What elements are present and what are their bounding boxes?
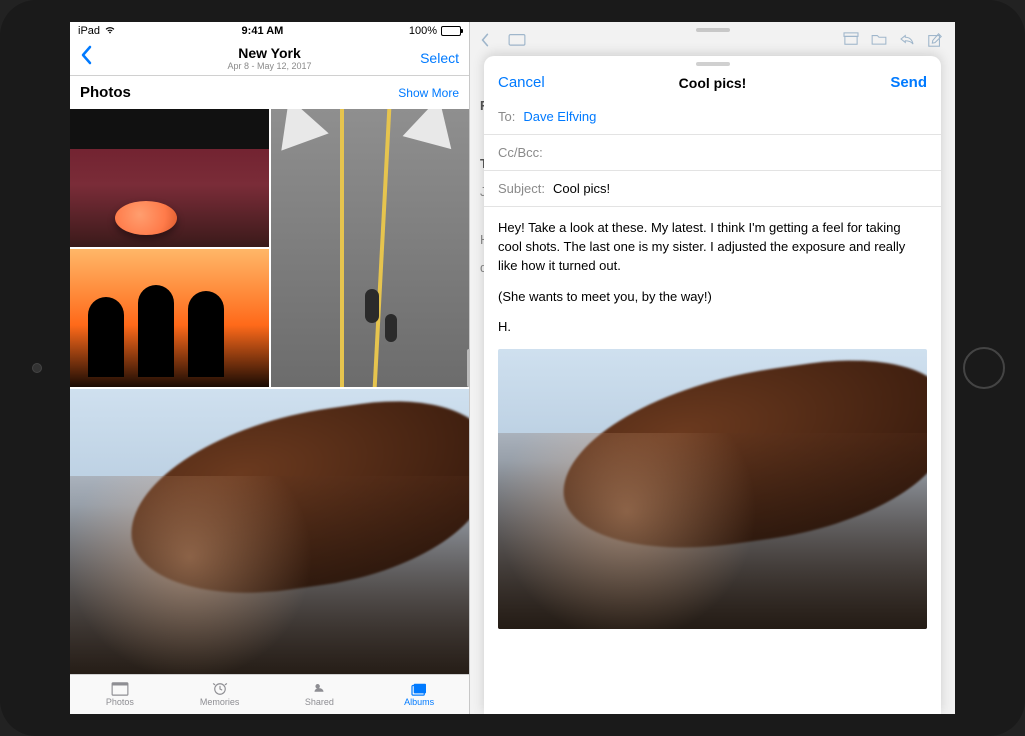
folder-icon [871,32,889,48]
tab-label: Photos [106,697,134,707]
tab-shared[interactable]: Shared [270,675,370,714]
subject-value[interactable]: Cool pics! [553,181,610,196]
subject-field[interactable]: Subject: Cool pics! [484,171,941,207]
photo-thumbnail[interactable] [70,249,269,387]
to-label: To: [498,109,515,124]
compose-title: Cool pics! [484,75,941,91]
battery-pct: 100% [409,25,437,37]
photos-tab-icon [111,682,129,696]
carrier-label: iPad [78,25,100,37]
select-button[interactable]: Select [420,50,459,66]
photos-nav-bar: New York Apr 8 - May 12, 2017 Select [70,40,469,76]
photos-app-pane: iPad 9:41 AM 100% New York Apr 8 - M [70,22,470,714]
ccbcc-field[interactable]: Cc/Bcc: [484,135,941,171]
ipad-device-frame: iPad 9:41 AM 100% New York Apr 8 - M [0,0,1025,736]
status-bar: iPad 9:41 AM 100% [70,22,469,40]
home-button[interactable] [963,347,1005,389]
body-paragraph: (She wants to meet you, by the way!) [498,288,927,307]
archive-icon [843,32,861,48]
to-recipient[interactable]: Dave Elfving [523,109,596,124]
section-title: Photos [80,84,131,101]
tab-label: Albums [404,697,434,707]
shared-tab-icon [310,682,328,696]
photos-tab-bar: Photos Memories Shared [70,674,469,714]
albums-tab-icon [410,682,428,696]
tab-memories[interactable]: Memories [170,675,270,714]
compose-icon [927,32,945,48]
cancel-button[interactable]: Cancel [498,74,545,91]
to-field[interactable]: To: Dave Elfving [484,99,941,135]
tab-label: Shared [305,697,334,707]
mailboxes-icon [508,32,526,48]
nav-subtitle: Apr 8 - May 12, 2017 [70,61,469,71]
ipad-camera [32,363,42,373]
sheet-grabber-bg [696,28,730,32]
wifi-icon [104,25,116,38]
photo-thumbnail[interactable] [70,109,269,247]
mail-app-pane: F T J H d Cancel Cool pics! Send To: [470,22,955,714]
subject-label: Subject: [498,181,545,196]
attached-photo[interactable] [498,349,927,629]
chevron-left-icon [480,32,498,48]
body-signature: H. [498,318,927,337]
battery-icon [441,26,461,36]
back-button[interactable] [80,45,92,71]
ccbcc-label: Cc/Bcc: [498,145,543,160]
reply-icon [899,32,917,48]
photo-grid [70,109,469,674]
status-time: 9:41 AM [242,25,284,37]
tab-albums[interactable]: Albums [369,675,469,714]
compose-sheet: Cancel Cool pics! Send To: Dave Elfving … [484,56,941,714]
tab-photos[interactable]: Photos [70,675,170,714]
nav-title: New York [70,45,469,61]
send-button[interactable]: Send [890,74,927,91]
photo-thumbnail[interactable] [70,389,469,674]
compose-body[interactable]: Hey! Take a look at these. My latest. I … [484,207,941,714]
show-more-button[interactable]: Show More [398,86,459,100]
photo-thumbnail[interactable] [271,109,470,387]
tab-label: Memories [200,697,240,707]
body-paragraph: Hey! Take a look at these. My latest. I … [498,219,927,276]
memories-tab-icon [211,682,229,696]
screen: iPad 9:41 AM 100% New York Apr 8 - M [70,22,955,714]
